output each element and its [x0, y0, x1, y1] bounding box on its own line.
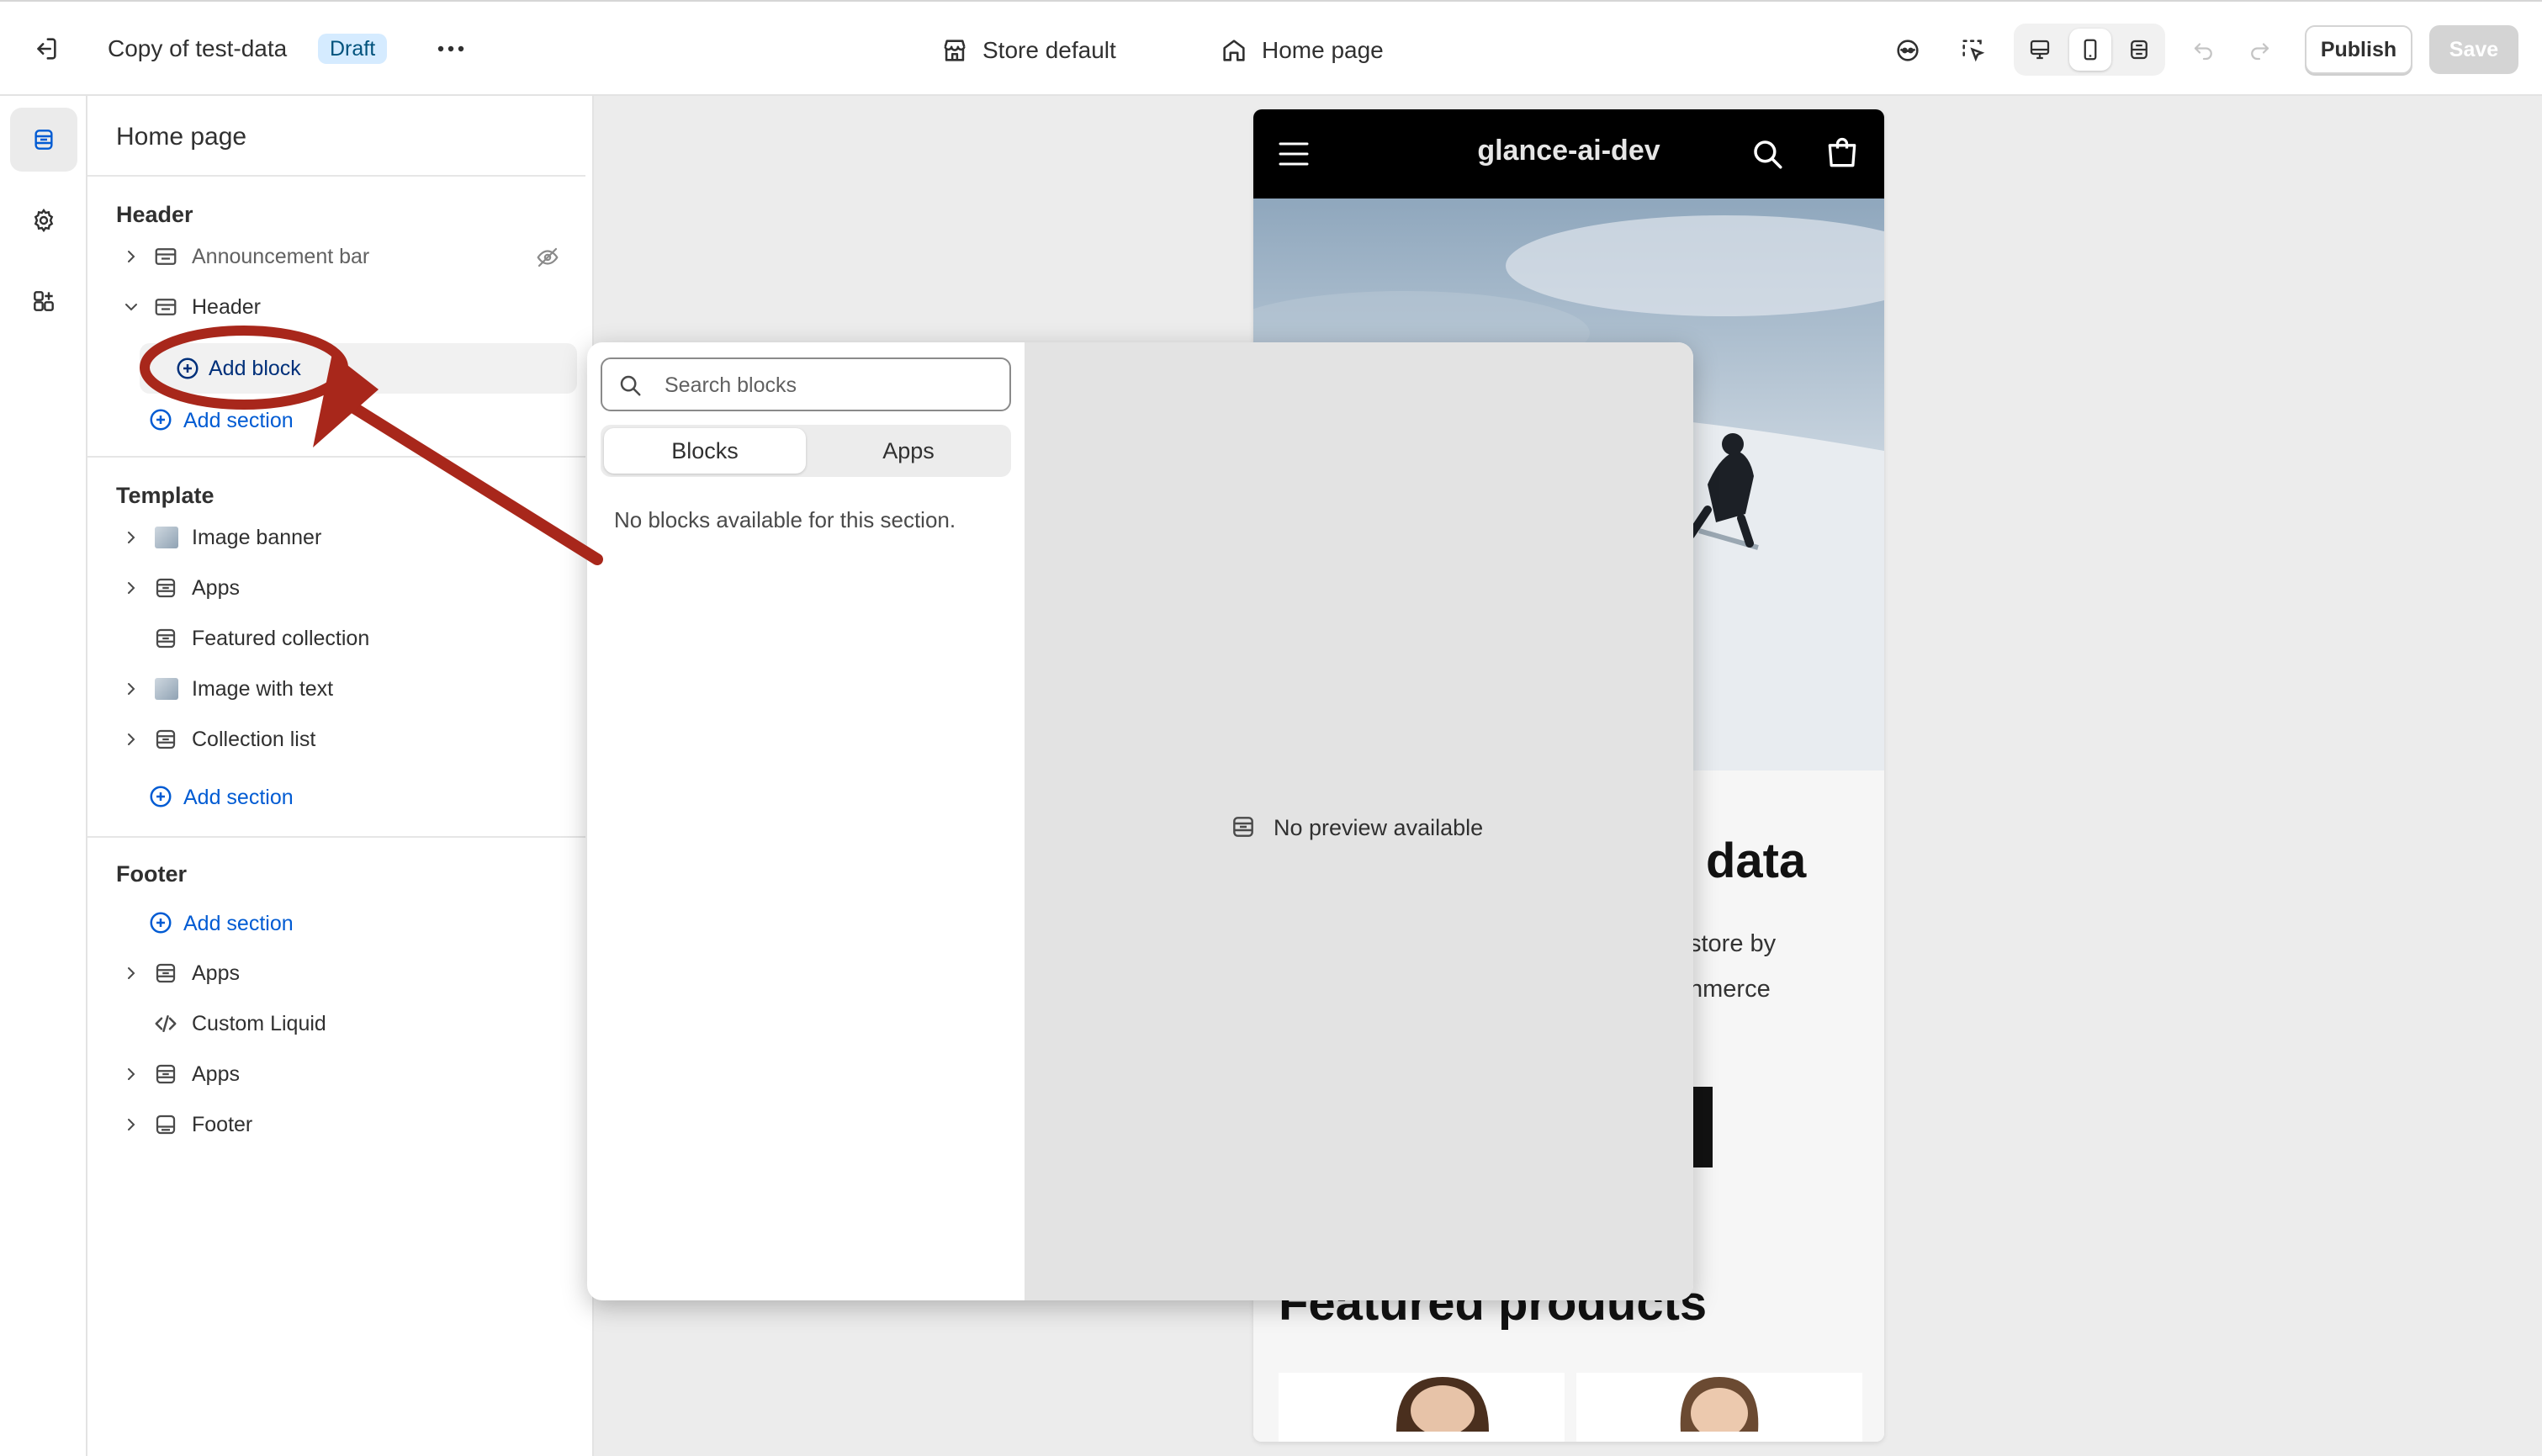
undo-icon[interactable]: [2185, 32, 2222, 69]
store-search-icon[interactable]: [1750, 136, 1785, 172]
chevron-right-icon[interactable]: [121, 246, 141, 267]
chevron-right-icon[interactable]: [121, 1115, 141, 1135]
apps-section-icon: [156, 628, 176, 649]
sidebar-item-label: Announcement bar: [192, 245, 370, 268]
sidebar-item-footer[interactable]: Footer: [96, 1104, 585, 1146]
theme-settings-icon[interactable]: [10, 188, 77, 252]
search-icon: [620, 375, 641, 396]
apps-section-icon: [156, 963, 176, 983]
hero-body-line: store by: [1689, 930, 1777, 957]
hero-body-line: nmerce: [1689, 976, 1771, 1003]
mobile-view-icon[interactable]: [2069, 29, 2111, 71]
empty-message: No blocks available for this section.: [614, 507, 956, 532]
sidebar-item-label: Collection list: [192, 728, 316, 751]
plus-circle-icon: [150, 912, 172, 934]
apps-section-icon: [156, 578, 176, 598]
store-name[interactable]: glance-ai-dev: [1253, 135, 1884, 167]
sidebar-item-apps[interactable]: Apps: [96, 567, 585, 609]
save-button[interactable]: Save: [2429, 25, 2518, 74]
plus-circle-icon: [150, 786, 172, 807]
chevron-right-icon[interactable]: [121, 1064, 141, 1084]
sidebar-item-featured-collection[interactable]: Featured collection: [96, 617, 585, 659]
app-embeds-icon[interactable]: [10, 269, 77, 333]
device-toggle: [2014, 24, 2165, 76]
store-header: glance-ai-dev: [1253, 109, 1884, 199]
exit-icon[interactable]: [29, 32, 62, 66]
theme-name: Copy of test-data: [108, 35, 288, 61]
cart-icon[interactable]: [1824, 135, 1861, 172]
product-image: [1396, 1377, 1489, 1432]
apps-section-icon: [156, 729, 176, 749]
section-sidebar: Home page Header Announcement bar Header…: [87, 96, 594, 1456]
store-icon: [944, 40, 966, 61]
add-section-template-button[interactable]: Add section: [146, 776, 399, 818]
add-section-footer-button[interactable]: Add section: [146, 902, 399, 944]
tab-apps[interactable]: Apps: [809, 428, 1008, 474]
desktop-view-icon[interactable]: [2020, 30, 2059, 69]
store-selector[interactable]: Store default: [940, 32, 1116, 69]
sidebar-item-label: Apps: [192, 1062, 240, 1086]
home-icon: [1223, 40, 1245, 61]
sidebar-item-label: Image with text: [192, 677, 334, 701]
hero-heading: data: [1706, 834, 1807, 888]
section-preview-icon: [1233, 817, 1253, 837]
product-image: [1680, 1377, 1759, 1432]
header-group-heading: Header: [116, 202, 193, 227]
chevron-right-icon[interactable]: [121, 679, 141, 699]
add-section-label: Add section: [183, 786, 294, 809]
tab-blocks[interactable]: Blocks: [604, 428, 806, 474]
sidebar-item-footer-apps[interactable]: Apps: [96, 952, 585, 994]
product-card[interactable]: [1279, 1373, 1565, 1442]
sidebar-item-announcement-bar[interactable]: Announcement bar: [96, 236, 585, 278]
sidebar-item-label: Apps: [192, 576, 240, 600]
footer-group-heading: Footer: [116, 861, 187, 887]
search-blocks-input[interactable]: Search blocks: [601, 357, 1011, 411]
icon-rail: [0, 96, 87, 1456]
fullscreen-view-icon[interactable]: [2120, 30, 2158, 69]
footer-section-icon: [156, 1115, 176, 1135]
product-card[interactable]: [1576, 1373, 1862, 1442]
top-bar: Copy of test-data Draft Store default Ho…: [0, 0, 2542, 96]
page-selector[interactable]: Home page: [1220, 32, 1384, 69]
redo-icon[interactable]: [2241, 32, 2278, 69]
popup-tabs: Blocks Apps: [601, 425, 1011, 477]
apps-section-icon: [156, 1064, 176, 1084]
publish-button[interactable]: Publish: [2305, 25, 2412, 74]
store-selector-label: Store default: [982, 37, 1116, 63]
sidebar-item-label: Custom Liquid: [192, 1012, 326, 1035]
chevron-right-icon[interactable]: [121, 963, 141, 983]
annotation-arrow: [140, 326, 603, 565]
chevron-right-icon[interactable]: [121, 578, 141, 598]
sidebar-item-collection-list[interactable]: Collection list: [96, 718, 585, 760]
divider: [87, 175, 585, 177]
more-actions-icon[interactable]: [432, 34, 469, 64]
code-icon: [155, 1015, 177, 1032]
section-icon: [155, 248, 177, 265]
no-preview-message: No preview available: [1274, 815, 1484, 840]
sidebar-item-image-with-text[interactable]: Image with text: [96, 668, 585, 710]
sidebar-item-label: Featured collection: [192, 627, 370, 650]
divider: [87, 836, 585, 838]
sidebar-item-label: Footer: [192, 1113, 253, 1136]
add-section-label: Add section: [183, 912, 294, 935]
chevron-right-icon[interactable]: [121, 729, 141, 749]
add-block-popover: Search blocks Blocks Apps No blocks avai…: [587, 342, 1693, 1300]
accessibility-icon[interactable]: [1889, 32, 1926, 69]
sidebar-title: Home page: [116, 123, 247, 151]
page-selector-label: Home page: [1262, 37, 1384, 63]
sidebar-item-label: Apps: [192, 961, 240, 985]
status-badge: Draft: [318, 34, 388, 64]
search-placeholder: Search blocks: [665, 373, 797, 397]
sidebar-item-footer-apps-2[interactable]: Apps: [96, 1053, 585, 1095]
hidden-eye-icon[interactable]: [535, 245, 560, 270]
block-preview-pane: No preview available: [1025, 342, 1693, 1300]
image-icon: [155, 678, 178, 700]
sidebar-item-custom-liquid[interactable]: Custom Liquid: [96, 1003, 585, 1045]
inspector-icon[interactable]: [1955, 32, 1992, 69]
sections-icon[interactable]: [10, 108, 77, 172]
